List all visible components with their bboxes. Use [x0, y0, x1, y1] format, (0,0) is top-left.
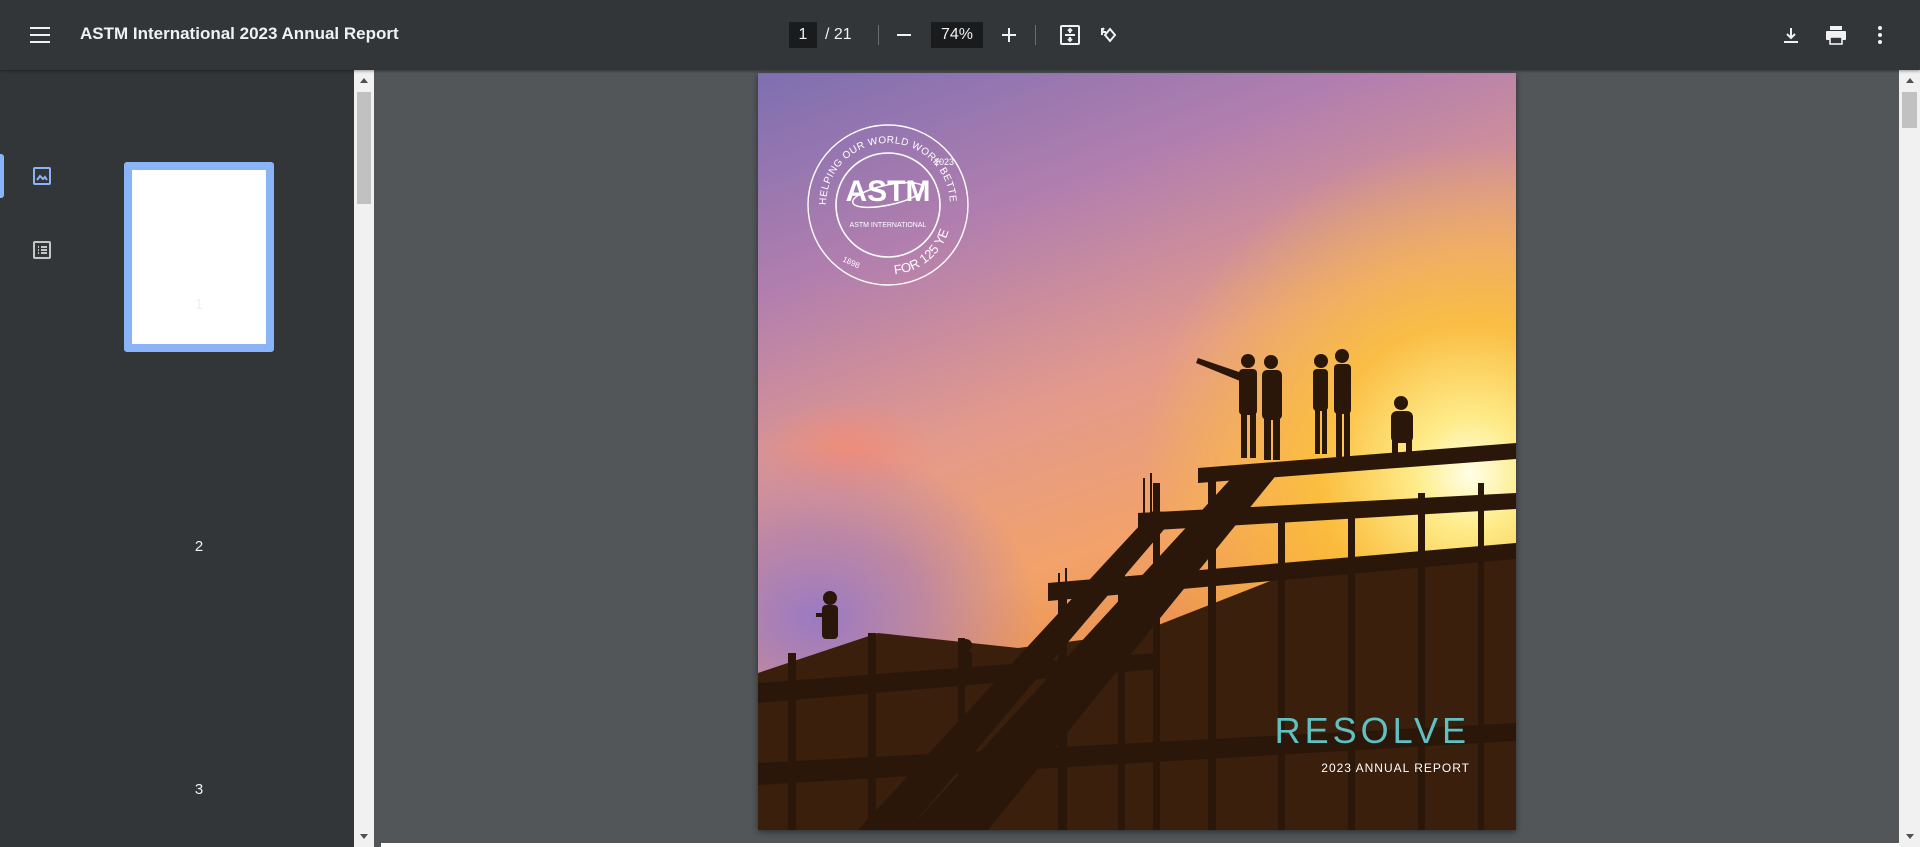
zoom-out-button[interactable] [891, 22, 917, 48]
thumbnail-label: 3 [194, 781, 204, 798]
rotate-button[interactable] [1096, 21, 1124, 49]
fit-page-button[interactable] [1056, 21, 1084, 49]
pdf-page-cover: HELPING OUR WORLD WORK BETTER 2023 ASTM … [758, 73, 1516, 830]
pdf-page-next-edge [381, 843, 1899, 847]
scroll-down-arrow-icon[interactable] [1906, 834, 1914, 839]
active-tab-indicator [0, 154, 4, 198]
thumbnail-view-tab[interactable] [28, 162, 56, 190]
page-total: / 21 [825, 26, 852, 43]
print-button[interactable] [1821, 21, 1851, 49]
scroll-up-arrow-icon[interactable] [1906, 78, 1914, 83]
fit-page-icon [1060, 25, 1080, 45]
seal-org: ASTM INTERNATIONAL [850, 222, 927, 229]
hamburger-menu-icon[interactable] [24, 20, 56, 50]
thumbnail-sidebar: 1 2 3 [0, 70, 354, 847]
scroll-down-arrow-icon[interactable] [360, 834, 368, 839]
print-icon [1826, 26, 1846, 45]
astm-125-years-seal-logo: HELPING OUR WORLD WORK BETTER 2023 ASTM … [798, 115, 969, 286]
document-title: ASTM International 2023 Annual Report [80, 24, 399, 43]
outline-view-icon [33, 241, 51, 259]
rotate-icon [1100, 27, 1117, 43]
zoom-input[interactable] [931, 22, 983, 48]
toolbar-divider [1035, 25, 1036, 45]
page-number-input[interactable] [789, 22, 817, 48]
thumbnail-view-icon [33, 167, 51, 185]
outline-view-tab[interactable] [28, 236, 56, 264]
page-thumbnail[interactable] [132, 170, 266, 344]
cover-headline: RESOLVE [1274, 710, 1470, 751]
seal-founded: 1898 [841, 255, 861, 271]
thumbnail-label: 1 [194, 296, 204, 313]
sidebar-scrollbar-thumb[interactable] [357, 92, 371, 204]
plus-icon [1002, 28, 1016, 42]
document-scrollbar[interactable] [1899, 70, 1920, 847]
minus-icon [897, 34, 911, 36]
thumbnail-label: 2 [194, 538, 204, 555]
document-scrollbar-thumb[interactable] [1902, 92, 1917, 128]
zoom-in-button[interactable] [996, 22, 1022, 48]
toolbar-divider [878, 25, 879, 45]
download-icon [1784, 28, 1798, 43]
cover-subheadline: 2023 ANNUAL REPORT [1321, 761, 1470, 775]
seal-year: 2023 [934, 157, 954, 167]
scroll-up-arrow-icon[interactable] [360, 78, 368, 83]
seal-center-mark: ASTM [846, 175, 931, 208]
more-options-button[interactable] [1868, 21, 1892, 49]
more-vert-icon [1878, 26, 1882, 44]
pdf-toolbar: ASTM International 2023 Annual Report / … [0, 0, 1920, 70]
download-button[interactable] [1777, 21, 1805, 49]
